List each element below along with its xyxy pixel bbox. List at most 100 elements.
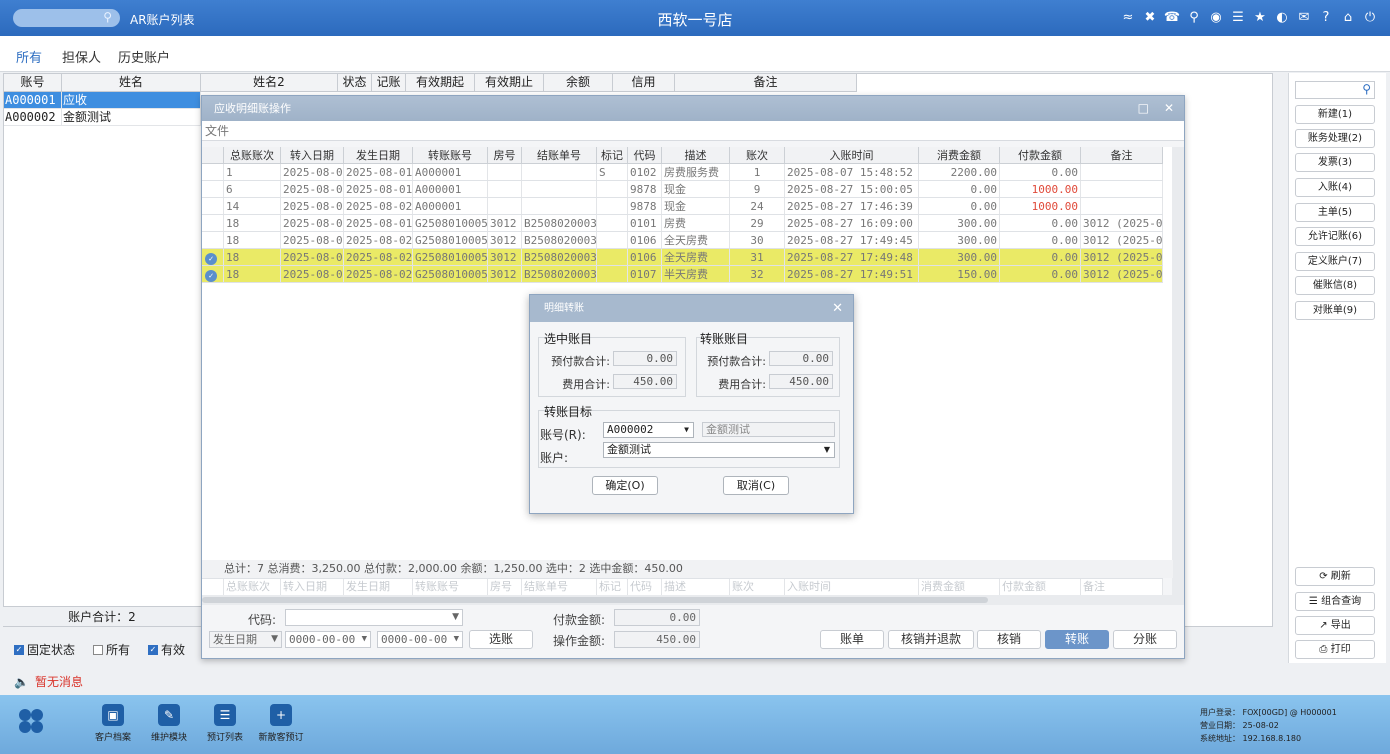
col-remark[interactable]: 备注 xyxy=(1081,147,1163,163)
acct-no-select[interactable]: A000002 ▼ xyxy=(603,422,694,438)
col-checkout-no[interactable]: 结账单号 xyxy=(522,147,597,163)
row-selector-header[interactable] xyxy=(202,147,224,163)
row-selector[interactable] xyxy=(202,198,224,214)
dunning-letter-button[interactable]: 催账信(8) xyxy=(1295,276,1375,295)
date-from-select[interactable]: 0000-00-00 ▼ xyxy=(285,631,371,648)
col-seq[interactable]: 账次 xyxy=(730,147,785,163)
col-charge[interactable]: 记账 xyxy=(372,74,406,91)
tools-icon[interactable]: ✖ xyxy=(1142,9,1158,25)
col-account-id[interactable]: 账号 xyxy=(4,74,62,91)
col-transfer-account[interactable]: 转账账号 xyxy=(413,147,488,163)
cancel-button[interactable]: 取消(C) xyxy=(723,476,789,495)
contrast-icon[interactable]: ◐ xyxy=(1274,9,1290,25)
row-selector[interactable] xyxy=(202,215,224,231)
taskbar-new-walkin[interactable]: + 新散客预订 xyxy=(246,704,316,743)
writeoff-refund-button[interactable]: 核销并退款 xyxy=(888,630,974,649)
help-icon[interactable]: ? xyxy=(1318,9,1334,25)
define-account-button[interactable]: 定义账户(7) xyxy=(1295,252,1375,271)
row-selector[interactable] xyxy=(202,232,224,248)
master-button[interactable]: 主单(5) xyxy=(1295,203,1375,222)
col-remark[interactable]: 备注 xyxy=(675,74,857,91)
detail-row[interactable]: 1 2025-08-01 2025-08-01 A000001 S 0102 房费服务费 1 2… xyxy=(202,164,1163,181)
select-items-button[interactable]: 选账 xyxy=(469,630,533,649)
export-button[interactable]: ↗ 导出 xyxy=(1295,616,1375,635)
maximize-icon[interactable]: □ xyxy=(1138,96,1149,121)
lookup-icon[interactable]: ⚲ xyxy=(1186,9,1202,25)
col-pay-amount[interactable]: 付款金额 xyxy=(1000,147,1081,163)
confirm-button[interactable]: 确定(O) xyxy=(592,476,658,495)
col-desc[interactable]: 描述 xyxy=(662,147,730,163)
app-logo-icon[interactable] xyxy=(17,707,45,735)
mail-icon[interactable]: ✉ xyxy=(1296,9,1312,25)
detail-row[interactable]: 18 2025-08-02 2025-08-02 G2508010005 3012 B25… xyxy=(202,232,1163,249)
bill-button[interactable]: 账单 xyxy=(820,630,884,649)
combined-query-button[interactable]: ☰ 组合查询 xyxy=(1295,592,1375,611)
wifi-icon[interactable]: ≈ xyxy=(1120,9,1136,25)
filter-valid[interactable]: ✓ 有效 xyxy=(148,641,185,658)
invoice-button[interactable]: 发票(3) xyxy=(1295,153,1375,172)
filter-fixed-status[interactable]: ✓ 固定状态 xyxy=(14,641,75,658)
account-row[interactable]: A000002 金额测试 xyxy=(4,109,201,126)
statement-button[interactable]: 对账单(9) xyxy=(1295,301,1375,320)
detail-menu-file[interactable]: 文件 xyxy=(202,121,1184,141)
col-ledger-seq[interactable]: 总账账次 xyxy=(224,147,281,163)
col-status[interactable]: 状态 xyxy=(338,74,372,91)
close-icon[interactable]: ✕ xyxy=(1164,96,1174,121)
pay-amount-field[interactable]: 0.00 xyxy=(614,609,700,626)
row-selector[interactable]: ✓ xyxy=(202,266,224,282)
col-name[interactable]: 姓名 xyxy=(62,74,201,91)
detail-row[interactable]: 14 2025-08-02 2025-08-02 A000001 9878 现金 24 202… xyxy=(202,198,1163,215)
power-icon[interactable]: ⏻ xyxy=(1362,9,1378,25)
star-icon[interactable]: ★ xyxy=(1252,9,1268,25)
menu-icon[interactable]: ☰ xyxy=(1230,9,1246,25)
split-button[interactable]: 分账 xyxy=(1113,630,1177,649)
right-search-input[interactable]: ⚲ xyxy=(1295,81,1375,99)
tab-history[interactable]: 历史账户 xyxy=(118,47,170,66)
home-icon[interactable]: ⌂ xyxy=(1340,9,1356,25)
top-search-input[interactable]: ⚲ xyxy=(13,9,120,27)
allow-charge-button[interactable]: 允许记账(6) xyxy=(1295,227,1375,246)
account-row[interactable]: A000001 应收 xyxy=(4,92,201,109)
row-selector[interactable]: ✓ xyxy=(202,249,224,265)
detail-vertical-scrollbar[interactable] xyxy=(1172,147,1184,605)
close-icon[interactable]: ✕ xyxy=(832,295,843,322)
col-transfer-date[interactable]: 转入日期 xyxy=(281,147,344,163)
code-select[interactable]: ▼ xyxy=(285,609,463,626)
col-valid-from[interactable]: 有效期起 xyxy=(406,74,475,91)
detail-row[interactable]: 6 2025-08-01 2025-08-01 A000001 9878 现金 9 2025-… xyxy=(202,181,1163,198)
tab-guarantor[interactable]: 担保人 xyxy=(62,47,101,66)
op-amount-field[interactable]: 450.00 xyxy=(614,631,700,648)
col-consume-amount[interactable]: 消费金额 xyxy=(919,147,1000,163)
business-date: 营业日期： 25-08-02 xyxy=(1200,721,1279,730)
scrollbar-thumb[interactable] xyxy=(202,597,988,603)
new-button[interactable]: 新建(1) xyxy=(1295,105,1375,124)
row-selector[interactable] xyxy=(202,164,224,180)
palette-icon[interactable]: ◉ xyxy=(1208,9,1224,25)
tab-all[interactable]: 所有 xyxy=(11,47,47,77)
detail-horizontal-scrollbar[interactable] xyxy=(202,595,1173,605)
col-balance[interactable]: 余额 xyxy=(544,74,613,91)
row-selector[interactable] xyxy=(202,181,224,197)
post-button[interactable]: 入账(4) xyxy=(1295,178,1375,197)
detail-row[interactable]: ✓ 18 2025-08-02 2025-08-02 G2508010005 3012 B2… xyxy=(202,266,1163,283)
account-process-button[interactable]: 账务处理(2) xyxy=(1295,129,1375,148)
phone-icon[interactable]: ☎ xyxy=(1164,9,1180,25)
filter-all[interactable]: 所有 xyxy=(93,641,130,658)
col-valid-to[interactable]: 有效期止 xyxy=(475,74,544,91)
col-post-time[interactable]: 入账时间 xyxy=(785,147,919,163)
col-room[interactable]: 房号 xyxy=(488,147,522,163)
print-button[interactable]: ⎙ 打印 xyxy=(1295,640,1375,659)
col-name2[interactable]: 姓名2 xyxy=(201,74,338,91)
col-code[interactable]: 代码 xyxy=(628,147,662,163)
detail-row[interactable]: ✓ 18 2025-08-02 2025-08-02 G2508010005 3012 B2… xyxy=(202,249,1163,266)
refresh-button[interactable]: ⟳ 刷新 xyxy=(1295,567,1375,586)
account-select[interactable]: 金额测试 ▼ xyxy=(603,442,835,458)
date-to-select[interactable]: 0000-00-00 ▼ xyxy=(377,631,463,648)
col-occur-date[interactable]: 发生日期 xyxy=(344,147,413,163)
transfer-button[interactable]: 转账 xyxy=(1045,630,1109,649)
detail-row[interactable]: 18 2025-08-02 2025-08-01 G2508010005 3012 B25… xyxy=(202,215,1163,232)
date-type-select[interactable]: 发生日期 ▼ xyxy=(209,631,282,648)
col-flag[interactable]: 标记 xyxy=(597,147,628,163)
col-credit[interactable]: 信用 xyxy=(613,74,675,91)
writeoff-button[interactable]: 核销 xyxy=(977,630,1041,649)
